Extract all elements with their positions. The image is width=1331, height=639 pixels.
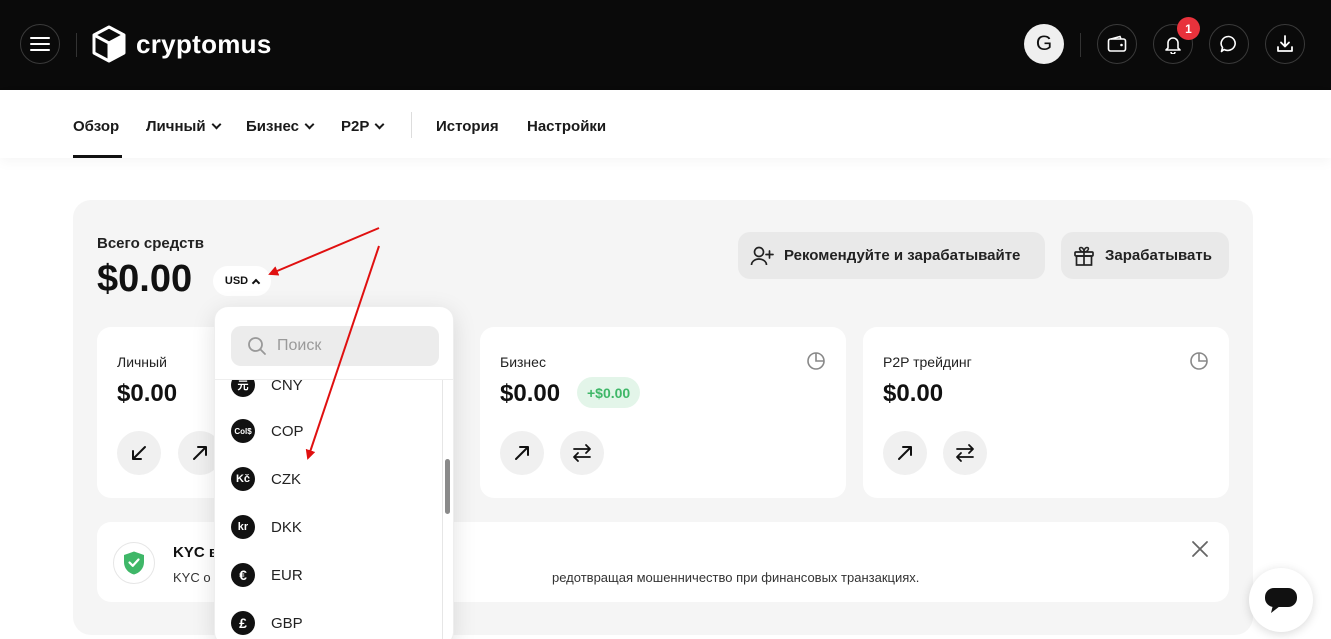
kyc-description-tail: редотвращая мошенничество при финансовых…	[552, 570, 920, 585]
tab-history-label: История	[436, 118, 499, 135]
currency-option-eur[interactable]: € EUR	[231, 560, 303, 590]
currency-selector[interactable]: USD	[213, 266, 271, 296]
support-chat-button[interactable]	[1249, 568, 1313, 632]
cube-logo-icon	[92, 25, 126, 63]
tab-overview[interactable]: Обзор	[73, 118, 119, 135]
p2p-wallet-card[interactable]: P2P трейдинг $0.00	[863, 327, 1229, 498]
personal-card-title: Личный	[117, 354, 167, 370]
chevron-up-icon	[251, 278, 261, 287]
close-icon[interactable]	[1191, 540, 1209, 563]
currency-list[interactable]: 元 CNY Col$ COP Kč CZK kr DKK € EUR £ GBP	[215, 380, 443, 639]
currency-selector-label: USD	[224, 275, 249, 287]
header-divider	[76, 33, 77, 57]
dkk-coin-icon: kr	[231, 515, 255, 539]
logo[interactable]: cryptomus	[92, 25, 272, 63]
arrow-up-right-icon	[898, 446, 912, 460]
pie-chart-icon[interactable]	[806, 351, 826, 376]
arrow-down-left-icon	[132, 446, 146, 460]
p2p-withdraw-button[interactable]	[883, 431, 927, 475]
tab-p2p-label: P2P	[341, 118, 370, 135]
transfer-arrows-icon	[956, 444, 974, 462]
chevron-down-icon	[304, 119, 315, 130]
business-card-title: Бизнес	[500, 354, 546, 370]
download-icon	[1277, 35, 1293, 52]
top-bar: cryptomus G 1	[0, 0, 1331, 90]
main-nav: Обзор Личный Бизнес P2P История Настройк…	[0, 90, 1331, 158]
business-card-value: $0.00	[500, 380, 561, 407]
arrow-up-right-icon	[193, 446, 207, 460]
p2p-transfer-button[interactable]	[943, 431, 987, 475]
czk-coin-icon: Kč	[231, 467, 255, 491]
business-transfer-button[interactable]	[560, 431, 604, 475]
search-icon	[248, 337, 266, 355]
add-user-icon	[750, 246, 774, 265]
total-funds-value: $0.00	[97, 258, 193, 300]
kyc-description: KYC о	[173, 570, 211, 585]
hamburger-icon	[30, 37, 50, 51]
p2p-card-title: P2P трейдинг	[883, 354, 972, 370]
refer-and-earn-button[interactable]: Рекомендуйте и зарабатывайте	[738, 232, 1045, 279]
currency-option-cop[interactable]: Col$ COP	[231, 416, 304, 446]
currency-code: DKK	[271, 518, 302, 536]
currency-search-box[interactable]	[231, 326, 439, 366]
kyc-title: KYC в	[173, 544, 219, 561]
currency-code: EUR	[271, 566, 303, 584]
currency-code: GBP	[271, 614, 303, 632]
header-divider-right	[1080, 33, 1081, 57]
tab-settings[interactable]: Настройки	[527, 118, 606, 135]
tab-business-label: Бизнес	[246, 118, 300, 135]
wallet-button[interactable]	[1097, 24, 1137, 64]
wallet-icon	[1107, 35, 1127, 52]
gift-icon	[1074, 246, 1094, 266]
currency-option-czk[interactable]: Kč CZK	[231, 464, 301, 494]
logo-text: cryptomus	[136, 28, 272, 59]
currency-code: CZK	[271, 470, 301, 488]
deposit-button[interactable]	[117, 431, 161, 475]
eur-coin-icon: €	[231, 563, 255, 587]
cop-coin-icon: Col$	[231, 419, 255, 443]
earn-button[interactable]: Зарабатывать	[1061, 232, 1229, 279]
tab-settings-label: Настройки	[527, 118, 607, 135]
tab-history[interactable]: История	[436, 118, 499, 135]
menu-button[interactable]	[20, 24, 60, 64]
cny-coin-icon: 元	[231, 380, 255, 397]
p2p-card-value: $0.00	[883, 380, 944, 407]
pie-chart-icon[interactable]	[1189, 351, 1209, 376]
currency-option-cny[interactable]: 元 CNY	[231, 380, 303, 400]
refer-and-earn-label: Рекомендуйте и зарабатывайте	[784, 247, 1021, 264]
personal-card-value: $0.00	[117, 380, 178, 407]
currency-option-gbp[interactable]: £ GBP	[231, 608, 303, 638]
business-wallet-card[interactable]: Бизнес $0.00 +$0.00	[480, 327, 846, 498]
currency-option-dkk[interactable]: kr DKK	[231, 512, 302, 542]
currency-code: CNY	[271, 380, 303, 394]
business-gain-badge: +$0.00	[577, 377, 641, 408]
transfer-arrows-icon	[573, 444, 591, 462]
avatar[interactable]: G	[1024, 24, 1064, 64]
currency-dropdown: 元 CNY Col$ COP Kč CZK kr DKK € EUR £ GBP	[214, 306, 454, 639]
tab-personal[interactable]: Личный	[146, 118, 221, 135]
tab-overview-label: Обзор	[73, 118, 120, 135]
chat-icon	[1265, 588, 1297, 613]
active-tab-indicator	[73, 155, 122, 158]
currency-search-input[interactable]	[277, 337, 417, 355]
tab-p2p[interactable]: P2P	[341, 118, 385, 135]
business-withdraw-button[interactable]	[500, 431, 544, 475]
chat-bubble-icon	[1220, 35, 1236, 53]
chevron-down-icon	[374, 119, 385, 130]
chat-button[interactable]	[1209, 24, 1249, 64]
earn-label: Зарабатывать	[1105, 247, 1212, 264]
tab-business[interactable]: Бизнес	[246, 118, 315, 135]
total-funds-label: Всего средств	[97, 235, 204, 252]
nav-divider	[411, 112, 412, 138]
scrollbar-track	[442, 380, 443, 639]
arrow-up-right-icon	[515, 446, 529, 460]
shield-check-icon	[113, 542, 155, 584]
scrollbar-thumb[interactable]	[445, 459, 450, 514]
tab-personal-label: Личный	[146, 118, 206, 135]
chevron-down-icon	[211, 119, 221, 130]
download-button[interactable]	[1265, 24, 1305, 64]
gbp-coin-icon: £	[231, 611, 255, 635]
currency-code: COP	[271, 422, 304, 440]
notification-badge: 1	[1177, 17, 1200, 40]
